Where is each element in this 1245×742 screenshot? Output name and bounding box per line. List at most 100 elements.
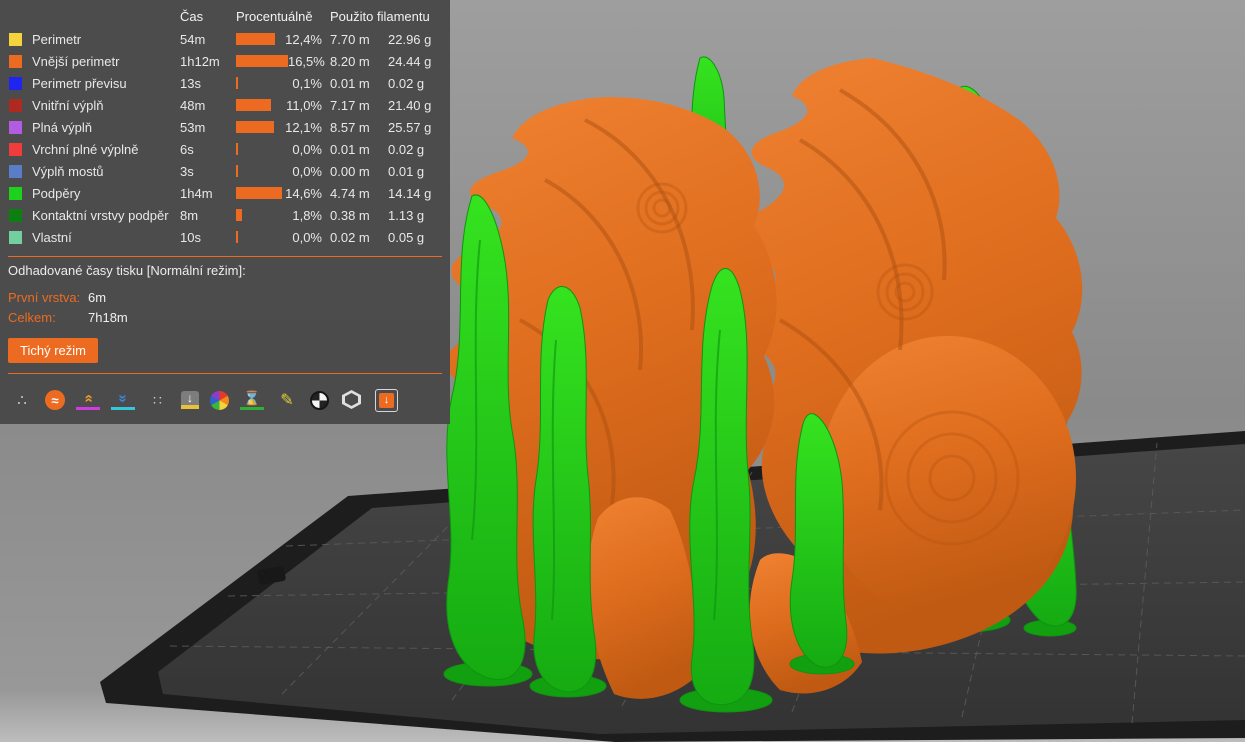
wipe-icon[interactable]: ≈: [45, 390, 65, 410]
retractions-icon[interactable]: »: [76, 390, 100, 410]
percent-bar: [236, 121, 275, 133]
percent-bar: [236, 209, 242, 221]
feature-weight: 0.05 g: [388, 229, 425, 245]
feature-color-swatch: [9, 230, 22, 244]
feature-length: 0.00 m: [330, 163, 370, 179]
feature-weight: 0.02 g: [388, 141, 425, 157]
feature-color-swatch: [9, 164, 22, 178]
col-header-time: Čas: [180, 8, 204, 24]
legend-row-support-interface: Kontaktní vrstvy podpěr 8m 1,8% 0.38 m 1…: [8, 204, 442, 226]
gcode-preview-window: Čas Procentuálně Použito filamentu Perim…: [0, 0, 1245, 742]
travels-icon[interactable]: ∴: [10, 388, 34, 412]
feature-label: Perimetr: [32, 31, 82, 47]
custom-gcodes-icon[interactable]: ✎: [275, 388, 299, 412]
feature-length: 8.57 m: [330, 119, 370, 135]
feature-weight: 25.57 g: [388, 119, 432, 135]
feature-color-swatch: [9, 120, 22, 134]
feature-percent: 0,0%: [292, 229, 322, 245]
feature-length: 0.38 m: [330, 207, 370, 223]
total-time-value: 7h18m: [88, 310, 128, 325]
legend-panel: Čas Procentuálně Použito filamentu Perim…: [0, 0, 450, 424]
percent-bar: [236, 187, 282, 199]
feature-length: 0.02 m: [330, 229, 370, 245]
feature-label: Podpěry: [32, 185, 81, 201]
feature-percent: 14,6%: [285, 185, 322, 201]
feature-time: 8m: [180, 207, 199, 223]
feature-label: Vnitřní výplň: [32, 97, 104, 113]
seams-icon[interactable]: ∷: [146, 388, 170, 412]
legend-row-solid-infill: Plná výplň 53m 12,1% 8.57 m 25.57 g: [8, 116, 442, 138]
feature-color-swatch: [9, 186, 22, 200]
feature-percent: 12,1%: [285, 119, 322, 135]
feature-length: 0.01 m: [330, 141, 370, 157]
legend-row-external-perimeter: Vnější perimetr 1h12m 16,5% 8.20 m 24.44…: [8, 50, 442, 72]
feature-time: 48m: [180, 97, 206, 113]
legend-row-perimeter: Perimetr 54m 12,4% 7.70 m 22.96 g: [8, 28, 442, 50]
feature-label: Vlastní: [32, 229, 72, 245]
legend-row-bridge-infill: Výplň mostů 3s 0,0% 0.00 m 0.01 g: [8, 160, 442, 182]
feature-percent: 0,1%: [292, 75, 322, 91]
deretractions-icon[interactable]: »: [111, 390, 135, 410]
feature-label: Vrchní plné výplně: [32, 141, 139, 157]
feature-weight: 0.01 g: [388, 163, 425, 179]
col-header-percentage: Procentuálně: [236, 8, 313, 24]
center-of-gravity-icon[interactable]: [310, 390, 329, 410]
feature-time: 13s: [180, 75, 201, 91]
feature-time: 6s: [180, 141, 194, 157]
feature-percent: 11,0%: [286, 97, 322, 113]
feature-percent: 0,0%: [292, 141, 322, 157]
feature-time: 54m: [180, 31, 206, 47]
divider: [8, 256, 442, 257]
feature-color-swatch: [9, 142, 22, 156]
feature-length: 8.20 m: [330, 53, 370, 69]
feature-percent: 16,5%: [287, 53, 325, 69]
percent-bar: [236, 231, 238, 243]
tool-changes-icon[interactable]: ↓: [181, 391, 199, 409]
first-layer-row: První vrstva: 6m: [8, 290, 442, 305]
feature-percent: 1,8%: [292, 207, 322, 223]
percent-bar: [236, 143, 238, 155]
feature-weight: 1.13 g: [388, 207, 425, 223]
feature-time: 1h4m: [180, 185, 213, 201]
feature-time: 1h12m: [180, 53, 220, 69]
feature-length: 7.70 m: [330, 31, 370, 47]
feature-label: Plná výplň: [32, 119, 92, 135]
legend-header-row: Čas Procentuálně Použito filamentu: [8, 6, 442, 26]
feature-weight: 22.96 g: [388, 31, 432, 47]
feature-length: 7.17 m: [330, 97, 370, 113]
pause-prints-icon[interactable]: ⌛: [240, 390, 264, 410]
feature-time: 53m: [180, 119, 206, 135]
color-changes-icon[interactable]: [210, 390, 229, 410]
feature-label: Perimetr převisu: [32, 75, 127, 91]
legend-pin: ↓: [379, 392, 394, 408]
feature-weight: 0.02 g: [388, 75, 425, 91]
first-layer-label: První vrstva:: [8, 290, 81, 305]
feature-color-swatch: [9, 98, 22, 112]
feature-time: 10s: [180, 229, 201, 245]
feature-label: Kontaktní vrstvy podpěr: [32, 207, 169, 223]
feature-label: Vnější perimetr: [32, 53, 120, 69]
view-options-toolbar: ∴ ≈ » » ∷ ↓ ⌛ ✎ ↓: [8, 380, 442, 414]
legend-row-top-solid-infill: Vrchní plné výplně 6s 0,0% 0.01 m 0.02 g: [8, 138, 442, 160]
feature-length: 0.01 m: [330, 75, 370, 91]
legend-toggle-icon[interactable]: ↓: [375, 388, 398, 412]
feature-percent: 12,4%: [285, 31, 322, 47]
legend-row-custom: Vlastní 10s 0,0% 0.02 m 0.05 g: [8, 226, 442, 248]
feature-color-swatch: [9, 32, 22, 46]
feature-color-swatch: [9, 76, 22, 90]
first-layer-value: 6m: [88, 290, 107, 305]
legend-row-overhang-perimeter: Perimetr převisu 13s 0,1% 0.01 m 0.02 g: [8, 72, 442, 94]
feature-color-swatch: [9, 208, 22, 222]
feature-label: Výplň mostů: [32, 163, 104, 179]
feature-weight: 24.44 g: [388, 53, 432, 69]
feature-time: 3s: [180, 163, 194, 179]
percent-bar: [236, 77, 238, 89]
stealth-mode-button[interactable]: Tichý režim: [8, 338, 98, 363]
divider: [8, 373, 442, 374]
percent-bar: [236, 99, 271, 111]
percent-bar: [236, 165, 238, 177]
feature-weight: 14.14 g: [388, 185, 432, 201]
percent-bar: [236, 55, 288, 67]
shells-icon[interactable]: [340, 388, 364, 412]
feature-length: 4.74 m: [330, 185, 370, 201]
